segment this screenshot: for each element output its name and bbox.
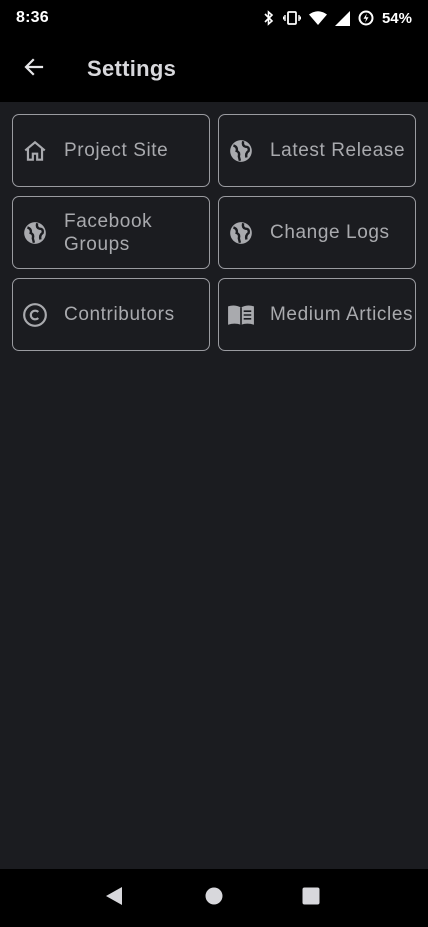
status-icons: 54%: [263, 10, 412, 27]
contributors-label: Contributors: [64, 304, 175, 325]
home-circle-icon: [205, 887, 223, 910]
status-time: 8:36: [16, 9, 49, 26]
change-logs-label: Change Logs: [270, 222, 390, 243]
bluetooth-icon: [263, 10, 275, 26]
contributors-button[interactable]: Contributors: [12, 278, 210, 351]
arrow-back-icon: [22, 55, 46, 84]
facebook-groups-label: Facebook Groups: [64, 210, 153, 255]
copyright-icon: [21, 301, 49, 329]
book-icon: [227, 301, 255, 329]
globe-icon: [227, 219, 255, 247]
settings-content: Project Site Latest Release Facebook Gro…: [0, 102, 428, 869]
nav-home-button[interactable]: [184, 869, 244, 927]
page-title: Settings: [87, 56, 177, 81]
wifi-icon: [308, 10, 327, 26]
project-site-label: Project Site: [64, 140, 169, 161]
medium-articles-button[interactable]: Medium Articles: [218, 278, 416, 351]
latest-release-button[interactable]: Latest Release: [218, 114, 416, 187]
facebook-groups-button[interactable]: Facebook Groups: [12, 196, 210, 269]
status-bar: 8:36 54%: [0, 0, 428, 36]
system-nav-bar: [0, 869, 428, 927]
back-button[interactable]: [10, 45, 58, 93]
vibrate-icon: [282, 10, 301, 26]
home-icon: [21, 137, 49, 165]
project-site-button[interactable]: Project Site: [12, 114, 210, 187]
globe-icon: [227, 137, 255, 165]
recents-square-icon: [302, 887, 320, 910]
link-grid: Project Site Latest Release Facebook Gro…: [12, 114, 416, 351]
nav-recents-button[interactable]: [281, 869, 341, 927]
cell-signal-icon: [334, 10, 350, 26]
latest-release-label: Latest Release: [270, 140, 406, 161]
back-triangle-icon: [105, 886, 123, 911]
app-bar: Settings: [0, 36, 428, 102]
medium-articles-label: Medium Articles: [270, 304, 414, 325]
battery-percent: 54%: [381, 9, 412, 27]
nav-back-button[interactable]: [84, 869, 144, 927]
battery-saver-icon: [358, 10, 374, 26]
change-logs-button[interactable]: Change Logs: [218, 196, 416, 269]
globe-icon: [21, 219, 49, 247]
